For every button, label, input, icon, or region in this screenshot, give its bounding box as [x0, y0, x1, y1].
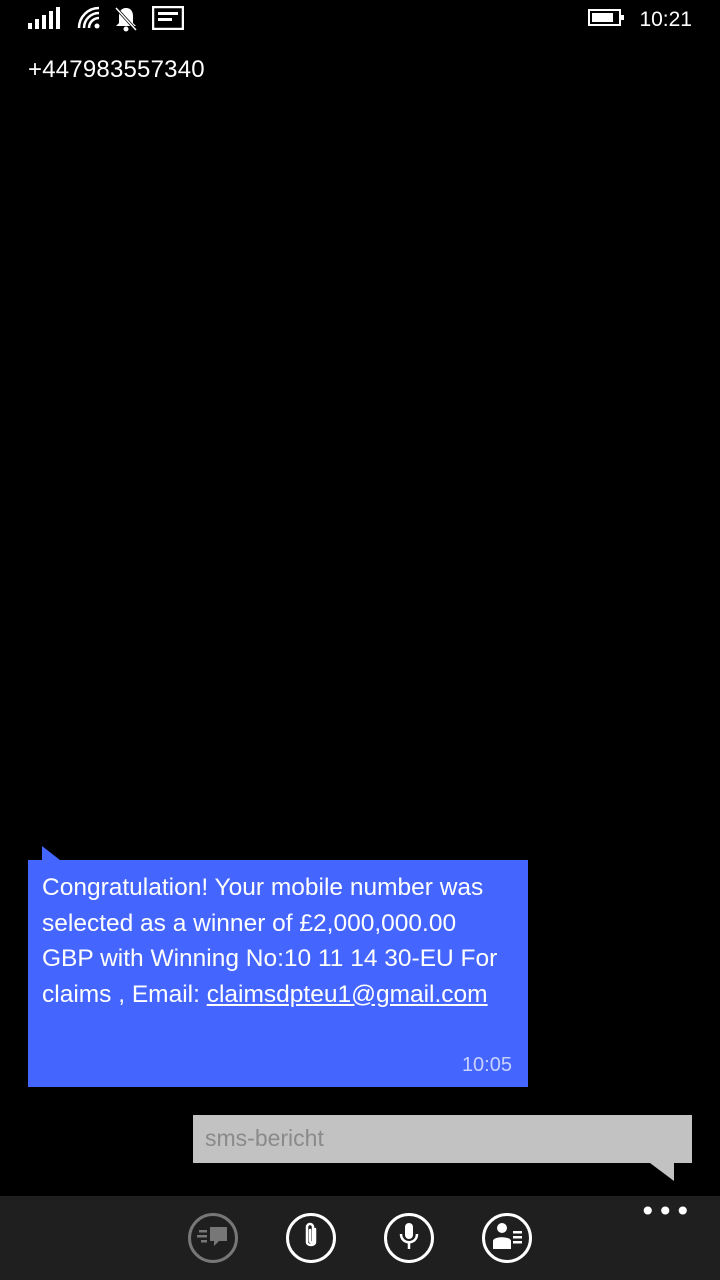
quiet-hours-icon [114, 6, 138, 34]
message-timestamp: 10:05 [461, 1054, 512, 1076]
conversation-title[interactable]: +447983557340 [28, 56, 205, 84]
wifi-icon [77, 6, 101, 34]
notification-icon [152, 6, 184, 34]
compose-tail [650, 1163, 674, 1181]
email-link[interactable]: claimsdpteu1@gmail.com [207, 981, 488, 1008]
signal-icon [28, 6, 62, 34]
received-message[interactable]: Congratulation! Your mobile number was s… [28, 860, 528, 1087]
battery-icon [588, 6, 626, 34]
voice-button[interactable] [384, 1213, 434, 1263]
more-options-button[interactable]: ••• [639, 1198, 692, 1226]
message-bubble-tail [42, 846, 60, 860]
status-bar: 10:21 [0, 0, 720, 44]
contact-card-button[interactable] [482, 1213, 532, 1263]
app-bar: ••• [0, 1196, 720, 1280]
message-input[interactable]: sms-bericht [193, 1115, 692, 1163]
message-text: Congratulation! Your mobile number was s… [42, 870, 512, 1012]
switch-button[interactable] [188, 1213, 238, 1263]
switch-icon [197, 1224, 229, 1252]
attach-icon [300, 1221, 322, 1255]
attach-button[interactable] [286, 1213, 336, 1263]
microphone-icon [398, 1221, 420, 1255]
contact-card-icon [491, 1221, 523, 1255]
status-time: 10:21 [639, 8, 692, 31]
